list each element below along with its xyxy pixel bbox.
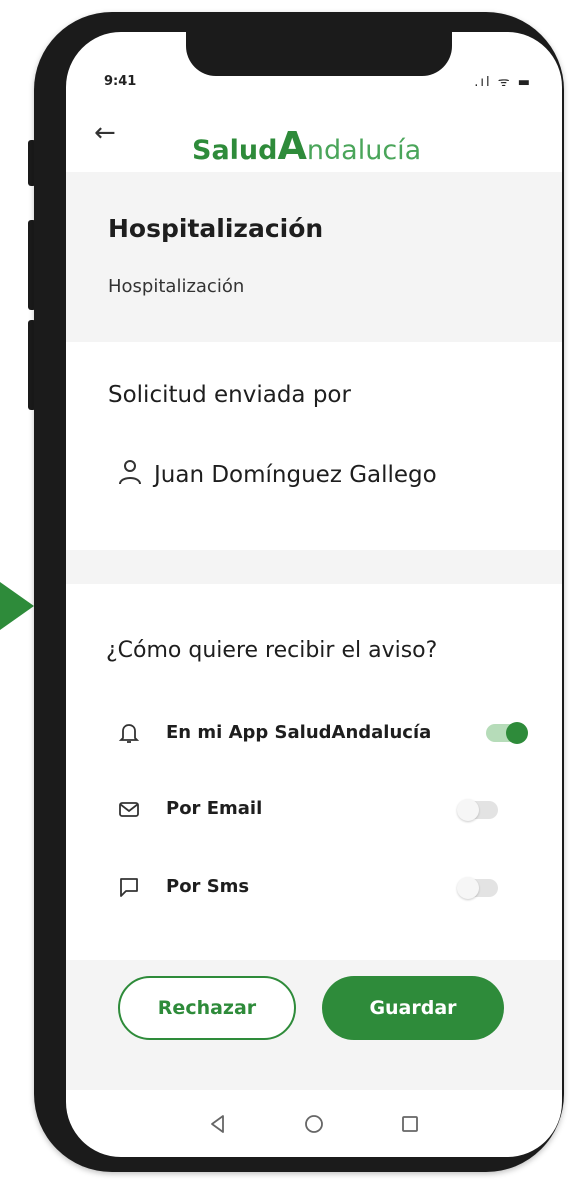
chat-icon (120, 878, 138, 897)
status-icons: .ıl ᯤ ▬ (474, 75, 532, 90)
pointer-arrow (0, 582, 34, 630)
logo-andalucia: ndalucía (306, 135, 422, 166)
section-header (66, 172, 562, 342)
app-logo: SaludAndalucía (192, 124, 421, 168)
status-time: 9:41 (104, 74, 137, 89)
mail-icon (119, 802, 139, 817)
toggle-sms[interactable] (457, 877, 498, 899)
option-app-label: En mi App SaludAndalucía (166, 722, 432, 743)
logo-a: A (277, 124, 307, 168)
page-title: Hospitalización (108, 214, 324, 243)
page-subtitle: Hospitalización (108, 276, 245, 297)
toggle-app[interactable] (486, 722, 528, 744)
user-icon (119, 460, 141, 485)
toggle-knob (457, 799, 479, 821)
sent-by-label: Solicitud enviada por (108, 382, 351, 408)
notch (186, 32, 452, 76)
back-arrow-icon[interactable]: ← (94, 118, 116, 148)
nav-back-icon[interactable] (205, 1111, 231, 1137)
save-button[interactable]: Guardar (322, 976, 504, 1040)
nav-recents-icon[interactable] (397, 1111, 423, 1137)
divider-band (66, 550, 562, 584)
sender-name: Juan Domínguez Gallego (154, 462, 437, 488)
nav-home-icon[interactable] (301, 1111, 327, 1137)
option-sms-label: Por Sms (166, 876, 250, 897)
notify-question: ¿Cómo quiere recibir el aviso? (106, 638, 438, 663)
toggle-knob (506, 722, 528, 744)
toggle-knob (457, 877, 479, 899)
toggle-email[interactable] (457, 799, 498, 821)
bell-icon (118, 724, 140, 743)
option-email-label: Por Email (166, 798, 263, 819)
logo-salud: Salud (192, 135, 278, 166)
phone-screen: 9:41 .ıl ᯤ ▬ ← SaludAndalucía Hospitaliz… (66, 32, 562, 1157)
reject-button[interactable]: Rechazar (118, 976, 296, 1040)
android-nav-bar (66, 1090, 562, 1157)
